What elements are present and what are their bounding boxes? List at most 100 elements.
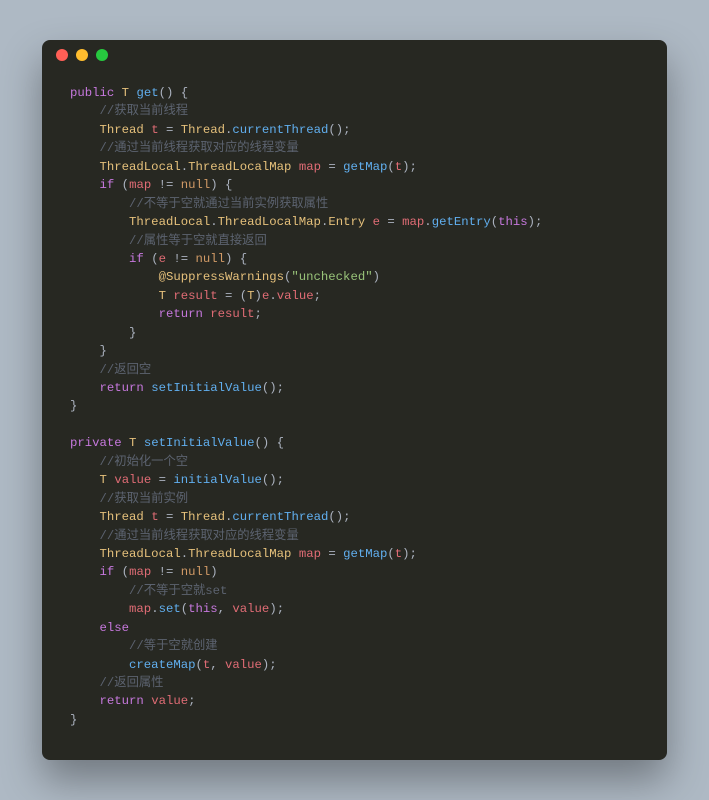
code-token: ); xyxy=(402,160,417,174)
code-token: currentThread xyxy=(232,510,328,524)
code-token: map xyxy=(129,602,151,616)
code-token: e xyxy=(373,215,380,229)
code-token: ThreadLocal xyxy=(100,160,181,174)
code-token: ThreadLocalMap xyxy=(188,547,291,561)
code-token: ; xyxy=(188,694,195,708)
code-editor: public T get() { //获取当前线程 Thread t = Thr… xyxy=(42,70,667,760)
code-token: Thread xyxy=(100,123,144,137)
code-token: ( xyxy=(387,160,394,174)
code-token: @SuppressWarnings xyxy=(159,270,284,284)
code-token xyxy=(70,381,100,395)
code-token: "unchecked" xyxy=(291,270,372,284)
code-token: return xyxy=(100,381,144,395)
code-token xyxy=(70,455,100,469)
code-token xyxy=(70,289,159,303)
code-token: T xyxy=(122,86,129,100)
code-token xyxy=(70,197,129,211)
code-token: if xyxy=(100,178,115,192)
code-token xyxy=(70,123,100,137)
code-token: map xyxy=(402,215,424,229)
code-token: = xyxy=(151,473,173,487)
code-token: () { xyxy=(255,436,285,450)
code-token: if xyxy=(129,252,144,266)
code-token: value xyxy=(277,289,314,303)
code-token xyxy=(70,215,129,229)
code-token: ) { xyxy=(225,252,247,266)
code-token: get xyxy=(136,86,158,100)
code-token: (); xyxy=(262,473,284,487)
code-token: null xyxy=(181,178,211,192)
code-token: = xyxy=(159,510,181,524)
code-token: this xyxy=(498,215,528,229)
code-token: t xyxy=(151,123,158,137)
code-token: ThreadLocalMap xyxy=(188,160,291,174)
code-token xyxy=(70,510,100,524)
code-token: ) xyxy=(373,270,380,284)
code-token: Thread xyxy=(100,510,144,524)
code-token: } xyxy=(70,344,107,358)
code-token xyxy=(70,473,100,487)
code-token: . xyxy=(181,547,188,561)
code-token: Thread xyxy=(181,510,225,524)
code-token: value xyxy=(225,658,262,672)
code-token: ( xyxy=(387,547,394,561)
code-token: else xyxy=(100,621,130,635)
code-token xyxy=(136,436,143,450)
code-token xyxy=(70,141,100,155)
code-token: result xyxy=(173,289,217,303)
code-token: map xyxy=(299,160,321,174)
code-token: ; xyxy=(255,307,262,321)
code-token: Entry xyxy=(328,215,365,229)
code-token: t xyxy=(151,510,158,524)
code-token: //获取当前实例 xyxy=(100,492,189,506)
code-token: () { xyxy=(159,86,189,100)
code-token: , xyxy=(210,658,225,672)
code-token xyxy=(70,234,129,248)
code-token: private xyxy=(70,436,122,450)
code-token: T xyxy=(100,473,107,487)
code-token: ( xyxy=(195,658,202,672)
code-token: = xyxy=(380,215,402,229)
code-token xyxy=(70,694,100,708)
code-token: //等于空就创建 xyxy=(129,639,218,653)
code-token: if xyxy=(100,565,115,579)
close-icon[interactable] xyxy=(56,49,68,61)
maximize-icon[interactable] xyxy=(96,49,108,61)
code-token: initialValue xyxy=(173,473,262,487)
code-token: ThreadLocal xyxy=(129,215,210,229)
code-token: != xyxy=(151,178,181,192)
code-token xyxy=(70,363,100,377)
code-token xyxy=(70,639,129,653)
code-token: null xyxy=(181,565,211,579)
code-token: getEntry xyxy=(432,215,491,229)
code-token: set xyxy=(159,602,181,616)
code-token: = ( xyxy=(218,289,248,303)
code-token: ); xyxy=(402,547,417,561)
code-token: currentThread xyxy=(232,123,328,137)
code-token: //通过当前线程获取对应的线程变量 xyxy=(100,141,299,155)
code-token: this xyxy=(188,602,218,616)
code-token: //不等于空就set xyxy=(129,584,227,598)
code-token: null xyxy=(196,252,226,266)
code-token: //返回空 xyxy=(100,363,152,377)
code-token: = xyxy=(321,160,343,174)
code-token: //通过当前线程获取对应的线程变量 xyxy=(100,529,299,543)
code-token: ) xyxy=(210,565,217,579)
code-token xyxy=(291,547,298,561)
code-token xyxy=(70,307,159,321)
code-token: ; xyxy=(314,289,321,303)
code-token: . xyxy=(424,215,431,229)
code-token: ThreadLocal xyxy=(100,547,181,561)
code-token: value xyxy=(114,473,151,487)
code-token xyxy=(122,436,129,450)
code-token xyxy=(70,584,129,598)
code-token: = xyxy=(159,123,181,137)
code-token: . xyxy=(210,215,217,229)
code-token: Thread xyxy=(181,123,225,137)
code-token: ) xyxy=(255,289,262,303)
code-token xyxy=(70,676,100,690)
minimize-icon[interactable] xyxy=(76,49,88,61)
code-token: ( xyxy=(114,565,129,579)
code-token: value xyxy=(232,602,269,616)
code-token: ( xyxy=(114,178,129,192)
